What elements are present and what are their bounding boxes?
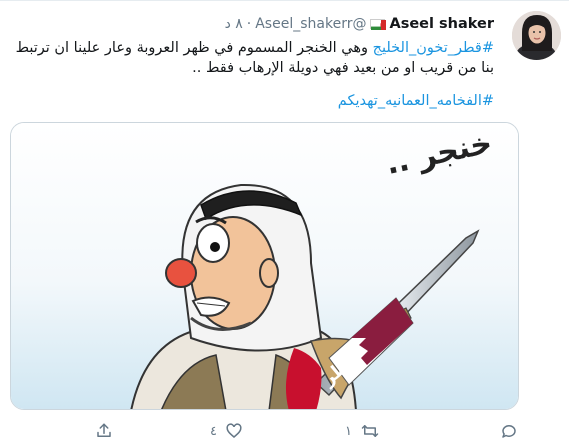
separator-dot: · — [246, 16, 252, 32]
share-icon — [97, 423, 111, 437]
tweet-text-line1: وهي الخنجر المسموم في ظهر العروبة وعار ع… — [15, 40, 373, 56]
tweet-text: #قطر_تخون_الخليج وهي الخنجر المسموم في ظ… — [14, 38, 494, 78]
hashtag-link[interactable]: #قطر_تخون_الخليج — [373, 40, 494, 56]
tweet-header: Aseel shaker @Aseel_shakerr · ٨ د — [225, 14, 494, 34]
tweet-card[interactable]: Aseel shaker @Aseel_shakerr · ٨ د #قطر_ت… — [0, 0, 569, 443]
timestamp[interactable]: ٨ د — [225, 16, 243, 32]
reply-button[interactable] — [500, 422, 518, 440]
hashtag-link-2[interactable]: #الفخامه_العمانيه_تهديكم — [338, 93, 494, 109]
avatar[interactable] — [512, 11, 561, 60]
like-button[interactable]: ٤ — [210, 422, 243, 440]
user-handle[interactable]: @Aseel_shakerr — [255, 16, 366, 32]
tweet-text-line2: بنا من قريب او من بعيد فهي دويلة الإرهاب… — [192, 60, 494, 76]
retweet-button[interactable]: ١ — [345, 422, 380, 440]
share-button[interactable] — [95, 422, 113, 440]
display-name[interactable]: Aseel shaker — [389, 16, 494, 32]
oman-flag-icon — [370, 19, 387, 30]
tweet-image[interactable]: خنجر .. قطر — [10, 122, 519, 410]
retweet-count: ١ — [345, 423, 352, 439]
retweet-icon — [361, 425, 379, 437]
like-count: ٤ — [210, 423, 217, 439]
reply-icon — [502, 425, 516, 438]
action-bar: ٤ ١ — [0, 420, 569, 443]
heart-icon — [226, 423, 242, 438]
